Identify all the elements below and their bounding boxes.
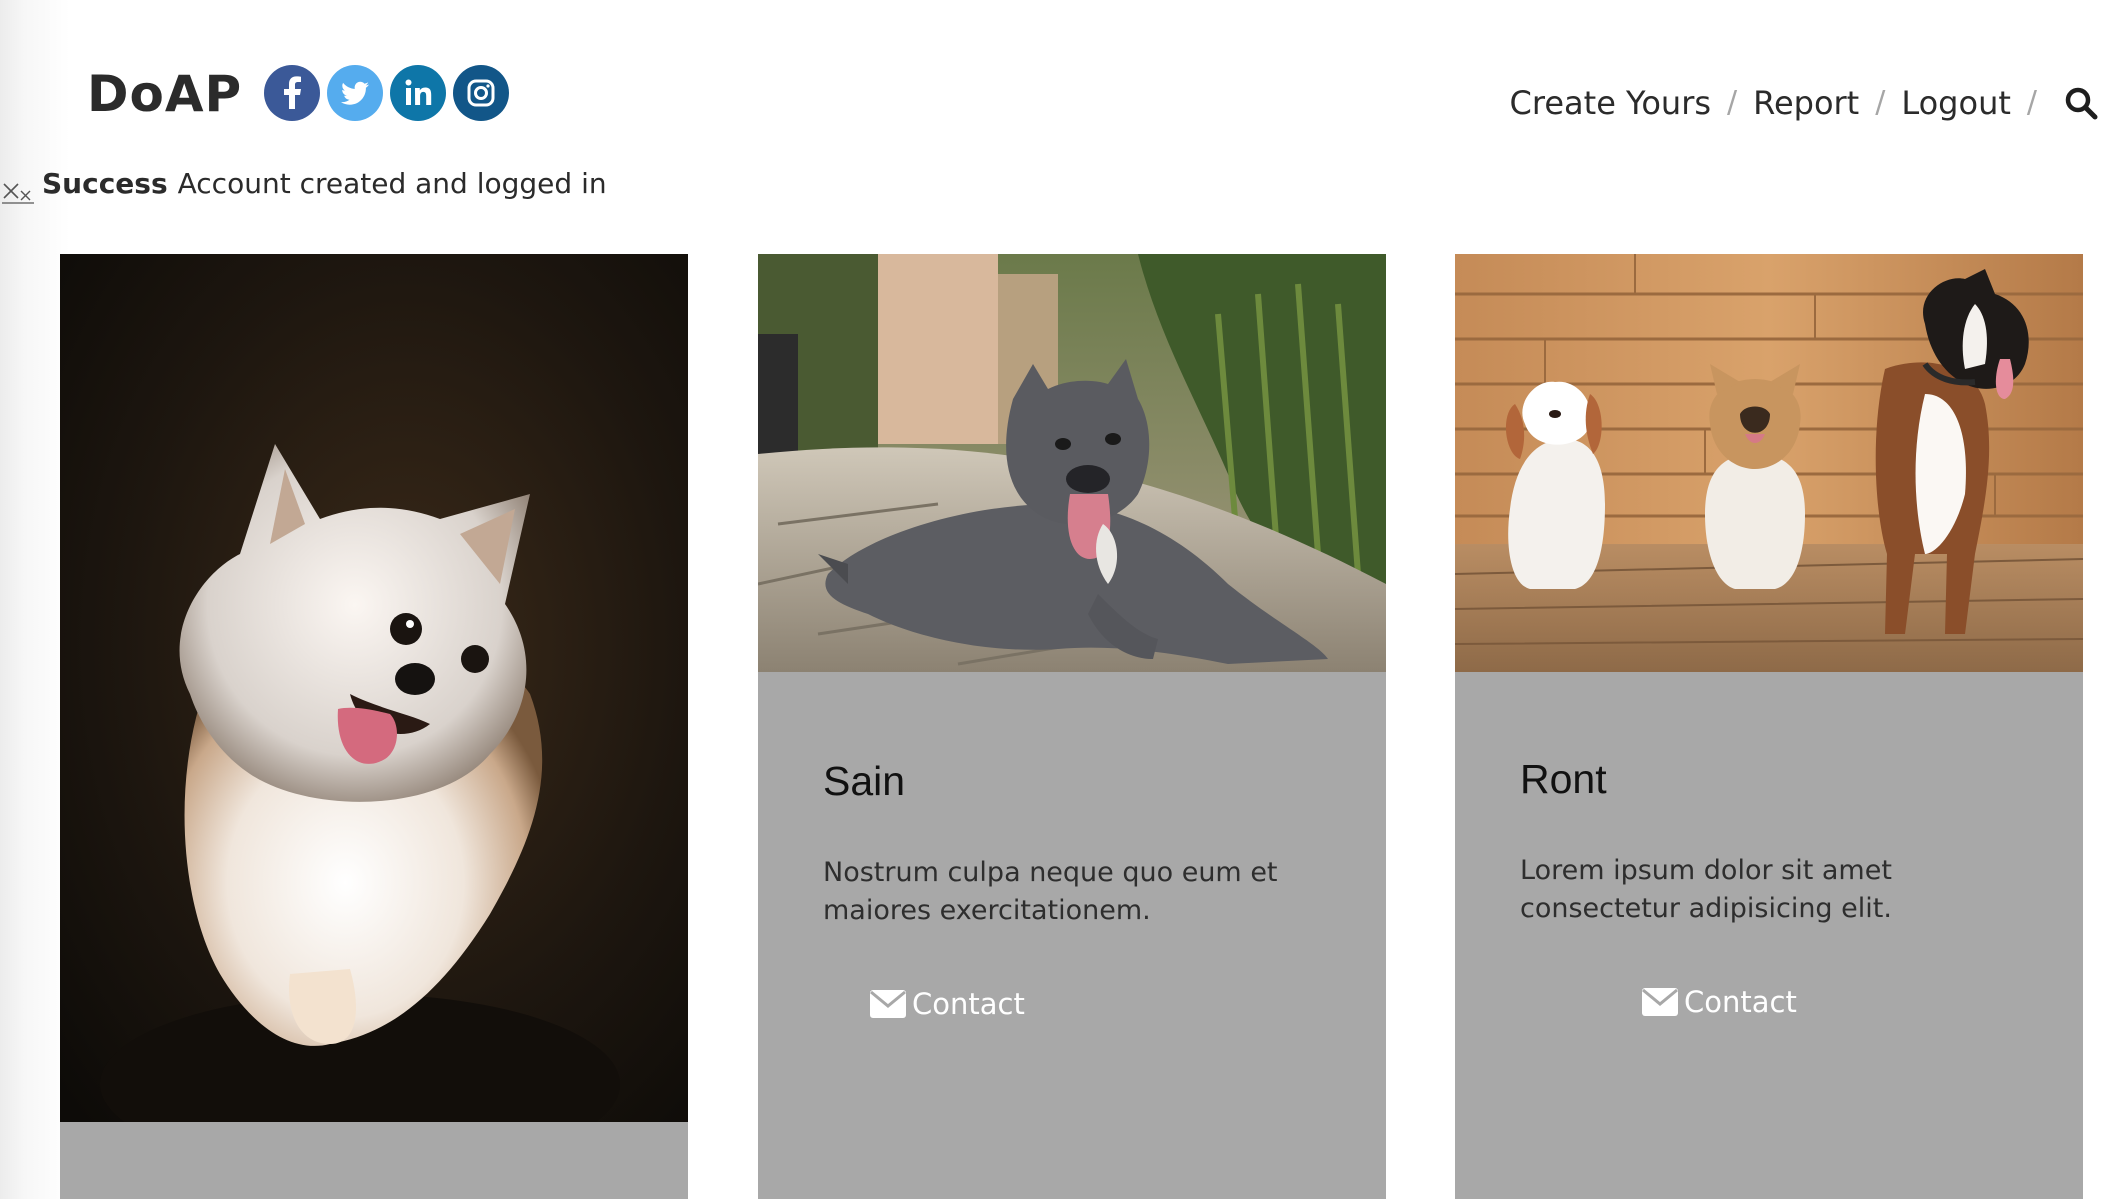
nav-logout[interactable]: Logout: [1901, 78, 2011, 128]
brand-logo[interactable]: DoAP: [87, 64, 242, 124]
success-alert: Success Account created and logged in: [2, 164, 607, 204]
nav-create-yours[interactable]: Create Yours: [1510, 78, 1711, 128]
dog-photo: [1455, 254, 2083, 672]
nav-separator: /: [2026, 85, 2037, 120]
dog-card[interactable]: Sain Nostrum culpa neque quo eum et maio…: [758, 254, 1386, 1199]
card-title: Ront: [1520, 756, 1607, 802]
alert-message: Account created and logged in: [177, 167, 607, 200]
nav-report[interactable]: Report: [1753, 78, 1859, 128]
nav-separator: /: [1727, 85, 1738, 120]
contact-button[interactable]: Contact: [1642, 982, 1797, 1022]
card-title: Sain: [823, 758, 906, 804]
search-icon[interactable]: [2063, 85, 2099, 121]
dog-photo: [758, 254, 1386, 672]
alert-title: Success: [42, 167, 168, 200]
instagram-icon[interactable]: [453, 65, 509, 121]
close-icon[interactable]: [2, 164, 34, 204]
page: DoAP Create Yours / Report / Logout / Su…: [0, 0, 2127, 1199]
top-nav: Create Yours / Report / Logout /: [1510, 78, 2099, 128]
facebook-icon[interactable]: [264, 65, 320, 121]
dog-card[interactable]: [60, 254, 688, 1199]
envelope-icon: [1642, 988, 1678, 1016]
twitter-icon[interactable]: [327, 65, 383, 121]
envelope-icon: [870, 990, 906, 1018]
dog-card[interactable]: Ront Lorem ipsum dolor sit amet consecte…: [1455, 254, 2083, 1199]
contact-label: Contact: [912, 987, 1025, 1021]
dog-photo: [60, 254, 688, 1122]
card-description: Lorem ipsum dolor sit amet consectetur a…: [1520, 855, 1892, 924]
contact-label: Contact: [1684, 985, 1797, 1019]
nav-separator: /: [1875, 85, 1886, 120]
social-links: [264, 65, 509, 121]
linkedin-icon[interactable]: [390, 65, 446, 121]
contact-button[interactable]: Contact: [870, 984, 1025, 1024]
card-description: Nostrum culpa neque quo eum et maiores e…: [823, 857, 1278, 926]
